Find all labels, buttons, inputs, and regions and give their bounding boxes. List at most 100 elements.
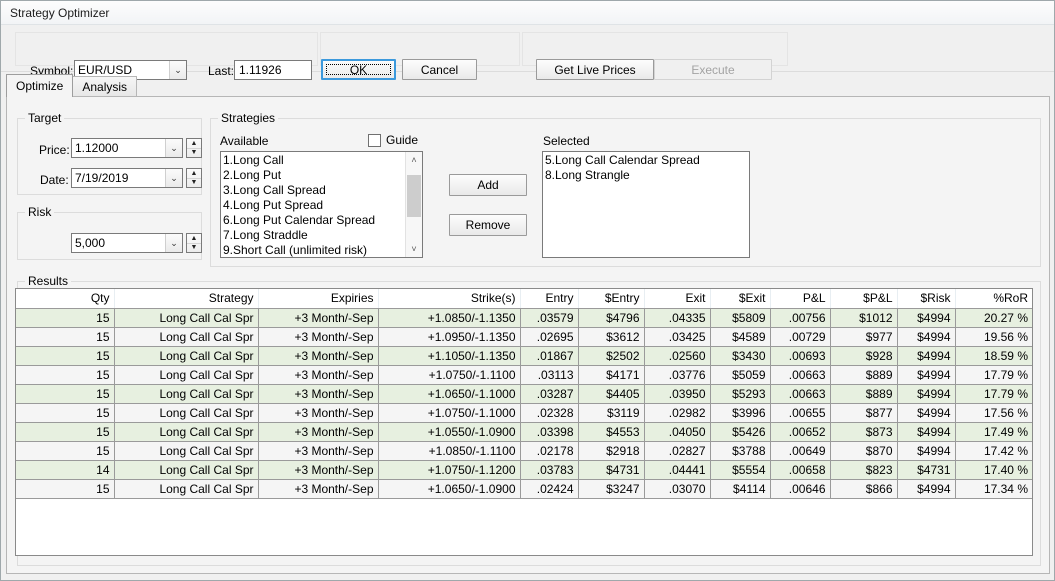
selected-strategies-listbox[interactable]: 5.Long Call Calendar Spread 8.Long Stran… [542,151,750,258]
column-header-exit[interactable]: Exit [644,289,711,309]
table-cell: Long Call Cal Spr [114,346,259,366]
column-header-strikes[interactable]: Strike(s) [378,289,521,309]
table-cell: $823 [830,460,898,480]
table-cell: 17.40 % [955,460,1032,480]
last-price-input[interactable]: 1.11926 [234,60,312,80]
chevron-down-icon[interactable]: ⌄ [165,139,182,157]
table-cell: $3119 [578,403,645,423]
window-title: Strategy Optimizer [10,5,110,20]
column-header-dollar-risk[interactable]: $Risk [897,289,956,309]
add-button-label: Add [477,178,499,192]
list-item[interactable]: 7.Long Straddle [223,228,422,243]
risk-stepper-down-icon[interactable]: ▼ [187,244,201,253]
available-list-scrollbar[interactable]: ˄ ˅ [405,152,422,257]
get-live-prices-button[interactable]: Get Live Prices [536,59,654,80]
table-cell: $977 [830,327,898,347]
table-cell: .00729 [770,327,831,347]
results-table-container[interactable]: Qty Strategy Expiries Strike(s) Entry $E… [15,288,1033,556]
table-row[interactable]: 14 Long Call Cal Spr +3 Month/-Sep +1.0750/… [16,460,1032,480]
column-header-pl[interactable]: P&L [770,289,831,309]
table-cell: .00693 [770,346,831,366]
date-value: 7/19/2019 [75,171,129,185]
table-cell: 15 [16,403,115,423]
risk-stepper[interactable]: ▲ ▼ [186,233,202,253]
ok-button[interactable]: OK [321,59,396,80]
column-header-qty[interactable]: Qty [16,289,115,309]
guide-checkbox-box[interactable] [368,133,381,147]
table-row[interactable]: 15 Long Call Cal Spr +3 Month/-Sep +1.0850/… [16,441,1032,461]
remove-button[interactable]: Remove [449,214,527,236]
table-cell: 15 [16,384,115,404]
risk-combobox[interactable]: 5,000 ⌄ [71,233,183,253]
table-cell: $4994 [897,346,956,366]
chevron-down-icon[interactable]: ⌄ [169,61,186,79]
table-cell: 17.56 % [955,403,1032,423]
table-cell: $4405 [578,384,645,404]
table-row[interactable]: 15 Long Call Cal Spr +3 Month/-Sep +1.0950/… [16,327,1032,347]
list-item[interactable]: 4.Long Put Spread [223,198,422,213]
add-button[interactable]: Add [449,174,527,196]
table-row[interactable]: 15 Long Call Cal Spr +3 Month/-Sep +1.0750/… [16,365,1032,385]
chevron-down-icon[interactable]: ⌄ [165,234,182,252]
table-row[interactable]: 15 Long Call Cal Spr +3 Month/-Sep +1.0550/… [16,422,1032,442]
table-cell: .00663 [770,384,831,404]
date-stepper-down-icon[interactable]: ▼ [187,179,201,188]
table-cell: 17.49 % [955,422,1032,442]
column-header-ror[interactable]: %RoR [955,289,1032,309]
target-group-title: Target [25,111,65,125]
table-row[interactable]: 15 Long Call Cal Spr +3 Month/-Sep +1.0750/… [16,403,1032,423]
column-header-dollar-exit[interactable]: $Exit [710,289,771,309]
list-item[interactable]: 8.Long Strangle [545,168,749,183]
list-item[interactable]: 6.Long Put Calendar Spread [223,213,422,228]
get-live-prices-label: Get Live Prices [554,62,636,77]
table-cell: Long Call Cal Spr [114,403,259,423]
price-value: 1.12000 [75,141,119,155]
table-cell: 17.34 % [955,479,1032,499]
table-cell: .00756 [770,308,831,328]
price-stepper[interactable]: ▲ ▼ [186,138,202,158]
table-cell: .03783 [520,460,579,480]
list-item[interactable]: 3.Long Call Spread [223,183,422,198]
column-header-dollar-pl[interactable]: $P&L [830,289,898,309]
toolbar: Symbol: EUR/USD ⌄ Last: 1.11926 OK Cance… [1,26,1054,80]
column-header-entry[interactable]: Entry [520,289,579,309]
table-cell: .04050 [644,422,711,442]
column-header-strategy[interactable]: Strategy [114,289,259,309]
cancel-button[interactable]: Cancel [402,59,477,80]
table-row[interactable]: 15 Long Call Cal Spr +3 Month/-Sep +1.0650/… [16,384,1032,404]
list-item[interactable]: 2.Long Put [223,168,422,183]
scroll-down-icon[interactable]: ˅ [406,241,422,257]
list-item[interactable]: 9.Short Call (unlimited risk) [223,243,422,257]
table-row[interactable]: 15 Long Call Cal Spr +3 Month/-Sep +1.1050/… [16,346,1032,366]
table-row[interactable]: 15 Long Call Cal Spr +3 Month/-Sep +1.0650/… [16,479,1032,499]
tab-optimize[interactable]: Optimize [6,74,74,97]
table-cell: Long Call Cal Spr [114,384,259,404]
execute-button[interactable]: Execute [654,59,772,80]
scrollbar-track[interactable] [406,168,422,241]
column-header-expiries[interactable]: Expiries [258,289,379,309]
guide-checkbox[interactable]: Guide [368,133,418,147]
available-strategies-listbox[interactable]: 1.Long Call 2.Long Put 3.Long Call Sprea… [220,151,423,258]
date-stepper-up-icon[interactable]: ▲ [187,169,201,179]
table-cell: +1.0650/-1.1000 [378,384,521,404]
scroll-up-icon[interactable]: ˄ [406,152,422,168]
table-row[interactable]: 15 Long Call Cal Spr +3 Month/-Sep +1.0850/… [16,308,1032,328]
table-cell: .03287 [520,384,579,404]
list-item[interactable]: 5.Long Call Calendar Spread [545,153,749,168]
tab-analysis[interactable]: Analysis [72,76,138,97]
table-cell: $4994 [897,308,956,328]
date-combobox[interactable]: 7/19/2019 ⌄ [71,168,183,188]
chevron-down-icon[interactable]: ⌄ [165,169,182,187]
price-combobox[interactable]: 1.12000 ⌄ [71,138,183,158]
results-table-body: 15 Long Call Cal Spr +3 Month/-Sep +1.0850/… [16,308,1032,499]
date-stepper[interactable]: ▲ ▼ [186,168,202,188]
price-stepper-up-icon[interactable]: ▲ [187,139,201,149]
list-item[interactable]: 1.Long Call [223,153,422,168]
table-cell: Long Call Cal Spr [114,460,259,480]
execute-label: Execute [691,62,735,77]
scrollbar-thumb[interactable] [407,175,421,217]
price-stepper-down-icon[interactable]: ▼ [187,149,201,158]
risk-stepper-up-icon[interactable]: ▲ [187,234,201,244]
table-cell: $3612 [578,327,645,347]
column-header-dollar-entry[interactable]: $Entry [578,289,645,309]
